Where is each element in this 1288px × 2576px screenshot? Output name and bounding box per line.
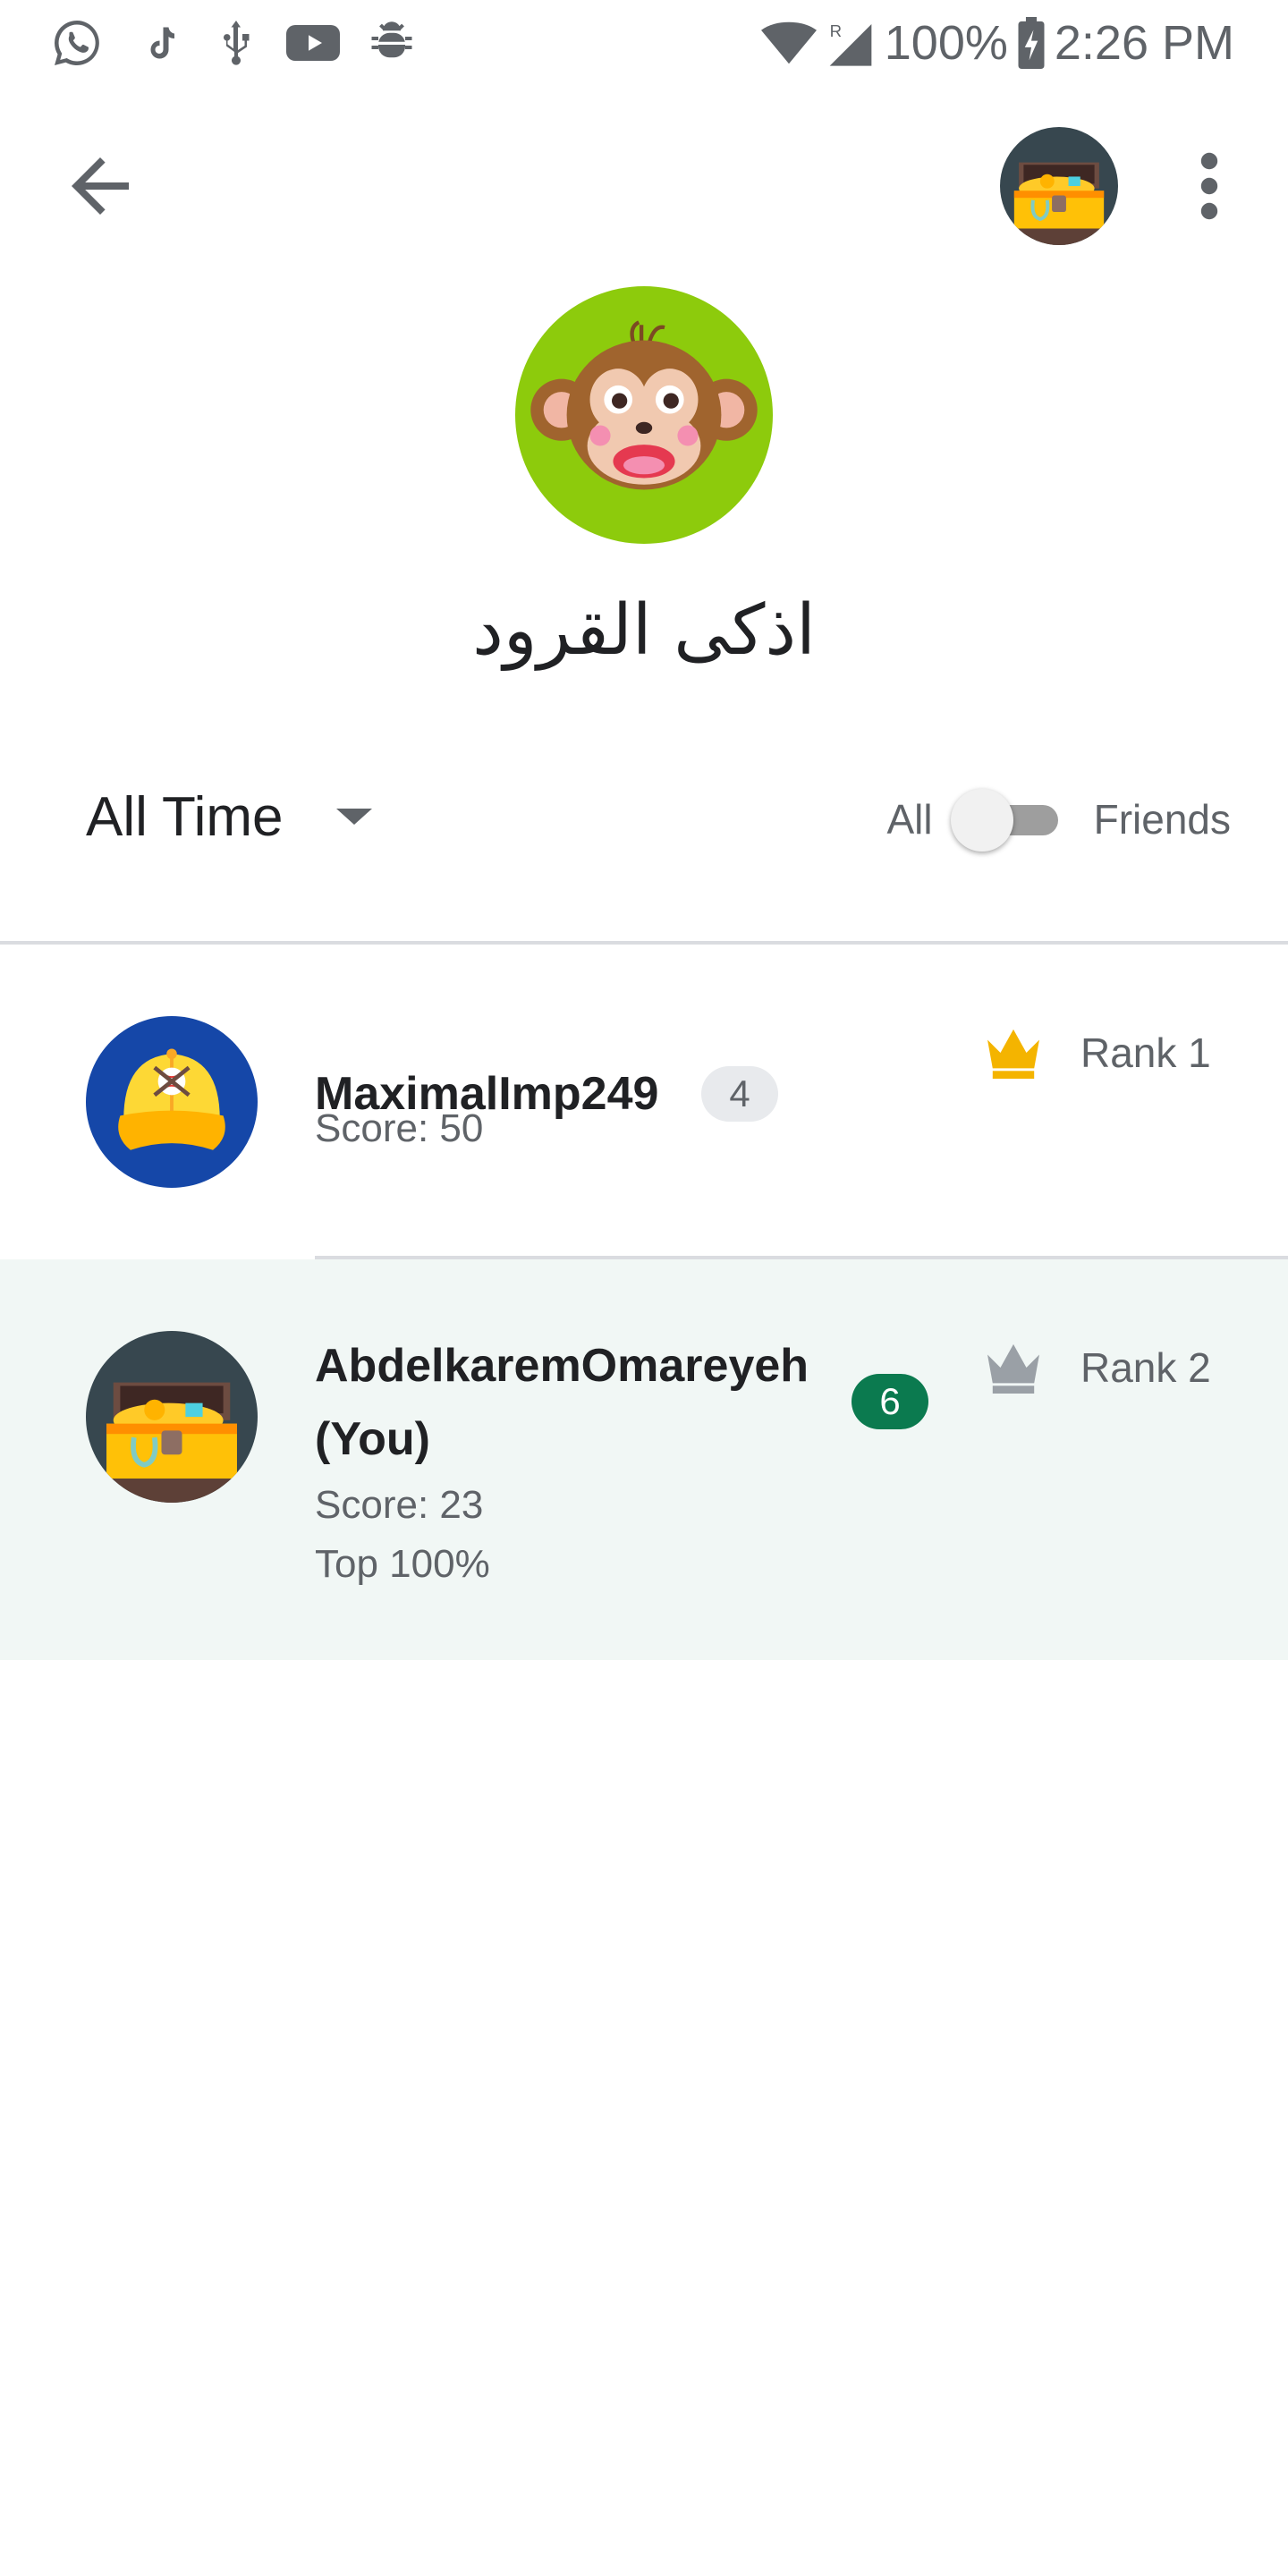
level-badge: 4 — [701, 1066, 778, 1122]
clock: 2:26 PM — [1054, 16, 1234, 70]
crown-gold-icon — [987, 1029, 1039, 1079]
player-avatar — [86, 1331, 258, 1503]
group-avatar — [515, 286, 773, 544]
toggle-thumb[interactable] — [950, 789, 1013, 852]
profile-avatar[interactable] — [1000, 127, 1118, 245]
treasure-chest-icon — [1000, 127, 1118, 245]
bug-icon — [371, 21, 412, 58]
rank-indicator: Rank 1 — [982, 1014, 1211, 1091]
leaderboard-row[interactable]: MaximalImp249 4 Score: 50 Rank 1 — [0, 945, 1288, 1256]
battery-percent: 100% — [884, 16, 1008, 70]
baseball-cap-icon — [86, 1016, 258, 1188]
player-percentile: Top 100% — [315, 1542, 490, 1586]
battery-charging-icon — [1018, 17, 1045, 69]
player-score: Score: 50 — [315, 1106, 484, 1150]
wifi-icon — [760, 21, 817, 64]
player-score: Score: 23 — [315, 1483, 484, 1527]
leaderboard-row-self[interactable]: AbdelkaremOmareyeh (You) 6 Score: 23 Top… — [0, 1259, 1288, 1660]
monkey-icon — [530, 320, 758, 490]
rank-label: Rank 2 — [1080, 1344, 1211, 1391]
whatsapp-icon — [55, 21, 99, 65]
player-name: AbdelkaremOmareyeh — [315, 1340, 809, 1392]
you-label: (You) — [315, 1413, 430, 1465]
period-label: All Time — [86, 785, 284, 848]
status-bar: R 100% 2:26 PM — [0, 0, 1288, 86]
back-arrow-icon[interactable] — [57, 143, 143, 229]
group-title: اذكى القرود — [472, 590, 816, 671]
signal-roaming-icon: R — [829, 21, 872, 66]
toggle-label-friends: Friends — [1093, 796, 1231, 843]
friends-filter: All Friends — [886, 784, 1231, 855]
usb-icon — [224, 21, 250, 65]
more-vert-icon[interactable] — [1184, 143, 1234, 229]
tiktok-icon — [150, 27, 174, 59]
crown-silver-icon — [987, 1343, 1039, 1394]
player-avatar — [86, 1016, 258, 1188]
toggle-label-all: All — [886, 796, 933, 843]
rank-label: Rank 1 — [1080, 1030, 1211, 1076]
youtube-icon — [286, 25, 340, 61]
svg-text:R: R — [829, 21, 841, 40]
treasure-chest-icon — [86, 1331, 258, 1503]
dropdown-arrow-icon — [336, 809, 373, 825]
all-friends-toggle[interactable] — [950, 784, 1067, 855]
rank-indicator: Rank 2 — [982, 1329, 1211, 1406]
level-badge: 6 — [852, 1374, 928, 1429]
period-dropdown[interactable]: All Time — [86, 776, 373, 857]
